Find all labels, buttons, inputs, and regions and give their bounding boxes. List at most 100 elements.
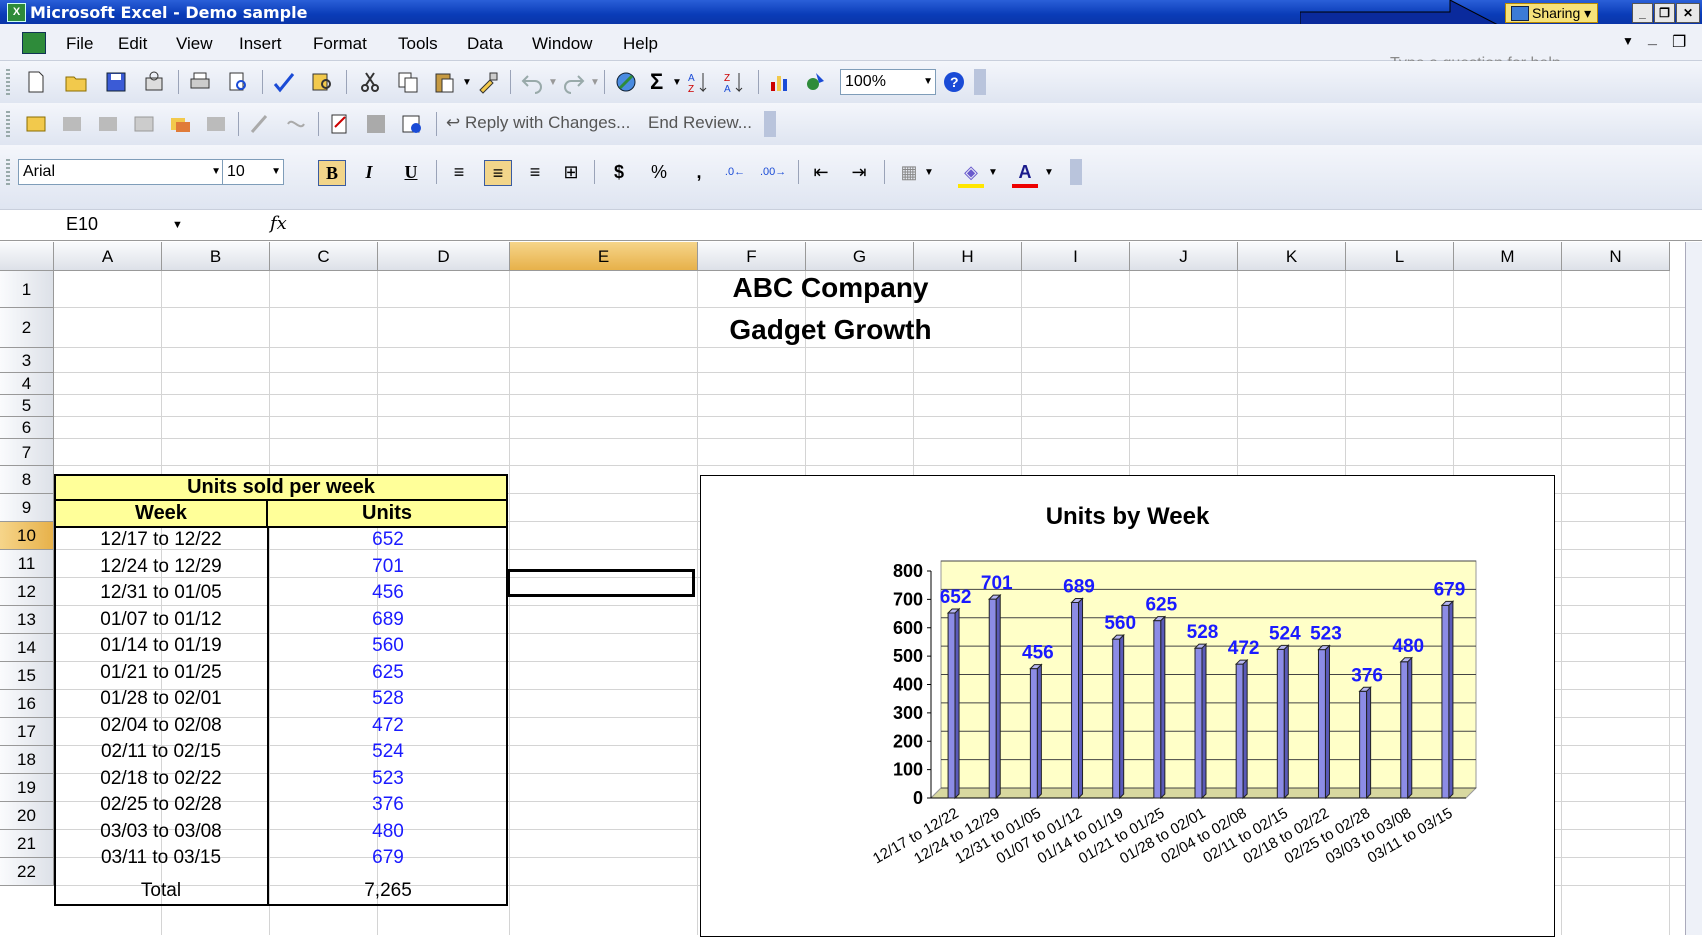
- column-header-i[interactable]: I: [1022, 242, 1130, 271]
- drawing-icon[interactable]: [804, 70, 828, 94]
- row-header-1[interactable]: 1: [0, 271, 54, 308]
- units-cell[interactable]: 625: [268, 660, 508, 686]
- toolbar-grip[interactable]: [6, 159, 10, 185]
- menu-help[interactable]: Help: [623, 34, 658, 54]
- track-changes-icon[interactable]: [328, 112, 352, 136]
- comma-button[interactable]: ,: [686, 160, 712, 184]
- underline-button[interactable]: U: [398, 160, 424, 184]
- print-icon[interactable]: [188, 70, 212, 94]
- name-box-dropdown-icon[interactable]: ▼: [172, 219, 183, 231]
- spelling-icon[interactable]: [272, 70, 296, 94]
- week-cell[interactable]: 01/28 to 02/01: [54, 686, 268, 712]
- borders-dropdown-icon[interactable]: ▼: [924, 167, 934, 178]
- row-header-18[interactable]: 18: [0, 746, 54, 774]
- column-header-d[interactable]: D: [378, 242, 510, 271]
- column-header-f[interactable]: F: [698, 242, 806, 271]
- autosum-dropdown-icon[interactable]: ▼: [672, 77, 682, 88]
- units-cell[interactable]: 524: [268, 739, 508, 765]
- restore-button[interactable]: ❐: [1654, 3, 1675, 23]
- show-all-comments-icon[interactable]: [168, 112, 192, 136]
- column-header-c[interactable]: C: [270, 242, 378, 271]
- row-header-10[interactable]: 10: [0, 522, 54, 550]
- merge-center-button[interactable]: ⊞: [558, 160, 584, 184]
- menu-view[interactable]: View: [176, 34, 213, 54]
- align-center-button[interactable]: ≡: [484, 160, 512, 186]
- column-header-l[interactable]: L: [1346, 242, 1454, 271]
- toolbar-grip[interactable]: [6, 111, 10, 137]
- workbook-icon[interactable]: [22, 32, 46, 54]
- fill-color-button[interactable]: ◈: [958, 160, 984, 188]
- row-header-3[interactable]: 3: [0, 348, 54, 373]
- week-cell[interactable]: 02/04 to 02/08: [54, 713, 268, 739]
- font-name-select[interactable]: Arial ▼: [18, 159, 224, 185]
- percent-button[interactable]: %: [646, 160, 672, 184]
- redo-icon[interactable]: [562, 70, 586, 94]
- chart-area[interactable]: Units by Week 0 100 200 300 400 500 600 700 800 65…: [700, 475, 1555, 937]
- row-header-13[interactable]: 13: [0, 606, 54, 634]
- menu-data[interactable]: Data: [467, 34, 503, 54]
- week-cell[interactable]: 02/11 to 02/15: [54, 739, 268, 765]
- week-cell[interactable]: 01/07 to 01/12: [54, 607, 268, 633]
- column-header-j[interactable]: J: [1130, 242, 1238, 271]
- doc-minimize-button[interactable]: _: [1648, 30, 1657, 48]
- vertical-scrollbar[interactable]: [1685, 242, 1702, 935]
- fill-color-dropdown-icon[interactable]: ▼: [988, 167, 998, 178]
- select-all-corner[interactable]: [0, 242, 54, 271]
- units-cell[interactable]: 679: [268, 845, 508, 871]
- week-cell[interactable]: 02/25 to 02/28: [54, 792, 268, 818]
- units-cell[interactable]: 701: [268, 554, 508, 580]
- align-left-button[interactable]: ≡: [446, 160, 472, 184]
- toolbar-options-icon[interactable]: [764, 111, 776, 137]
- show-ink-icon[interactable]: [248, 112, 272, 136]
- row-header-2[interactable]: 2: [0, 308, 54, 348]
- active-cell-e10[interactable]: [507, 569, 695, 597]
- column-header-a[interactable]: A: [54, 242, 162, 271]
- chart-wizard-icon[interactable]: [768, 70, 792, 94]
- units-cell[interactable]: 472: [268, 713, 508, 739]
- menu-window[interactable]: Window: [532, 34, 592, 54]
- row-header-16[interactable]: 16: [0, 690, 54, 718]
- insert-function-button[interactable]: fx: [270, 213, 287, 234]
- column-header-b[interactable]: B: [162, 242, 270, 271]
- column-header-k[interactable]: K: [1238, 242, 1346, 271]
- row-header-15[interactable]: 15: [0, 662, 54, 690]
- column-header-h[interactable]: H: [914, 242, 1022, 271]
- units-cell[interactable]: 528: [268, 686, 508, 712]
- toolbar-options-icon[interactable]: [974, 69, 986, 95]
- zoom-select[interactable]: 100% ▼: [840, 69, 936, 95]
- doc-restore-button[interactable]: ❐: [1672, 32, 1686, 52]
- undo-icon[interactable]: [520, 70, 544, 94]
- row-header-22[interactable]: 22: [0, 858, 54, 886]
- delete-ink-icon[interactable]: [284, 112, 308, 136]
- formula-input[interactable]: [300, 213, 1680, 237]
- units-cell[interactable]: 652: [268, 527, 508, 553]
- total-value[interactable]: 7,265: [268, 877, 508, 905]
- sort-descending-icon[interactable]: ZA: [722, 70, 746, 94]
- undo-dropdown-icon[interactable]: ▼: [548, 77, 558, 88]
- new-comment-icon[interactable]: [24, 112, 48, 136]
- week-cell[interactable]: 12/17 to 12/22: [54, 527, 268, 553]
- research-icon[interactable]: [310, 70, 334, 94]
- menu-tools[interactable]: Tools: [398, 34, 438, 54]
- row-header-14[interactable]: 14: [0, 634, 54, 662]
- menu-edit[interactable]: Edit: [118, 34, 147, 54]
- units-cell[interactable]: 456: [268, 580, 508, 606]
- units-cell[interactable]: 480: [268, 819, 508, 845]
- week-cell[interactable]: 01/21 to 01/25: [54, 660, 268, 686]
- font-color-dropdown-icon[interactable]: ▼: [1044, 167, 1054, 178]
- week-cell[interactable]: 12/24 to 12/29: [54, 554, 268, 580]
- column-header-e[interactable]: E: [510, 242, 698, 271]
- show-comment-icon[interactable]: [132, 112, 156, 136]
- units-cell[interactable]: 689: [268, 607, 508, 633]
- font-color-button[interactable]: A: [1012, 160, 1038, 188]
- column-header-g[interactable]: G: [806, 242, 914, 271]
- row-header-21[interactable]: 21: [0, 830, 54, 858]
- previous-comment-icon[interactable]: [60, 112, 84, 136]
- row-header-17[interactable]: 17: [0, 718, 54, 746]
- borders-button[interactable]: ▦: [896, 160, 922, 184]
- row-header-6[interactable]: 6: [0, 417, 54, 439]
- row-header-4[interactable]: 4: [0, 373, 54, 395]
- save-icon[interactable]: [104, 70, 128, 94]
- row-header-20[interactable]: 20: [0, 802, 54, 830]
- minimize-button[interactable]: _: [1632, 3, 1653, 23]
